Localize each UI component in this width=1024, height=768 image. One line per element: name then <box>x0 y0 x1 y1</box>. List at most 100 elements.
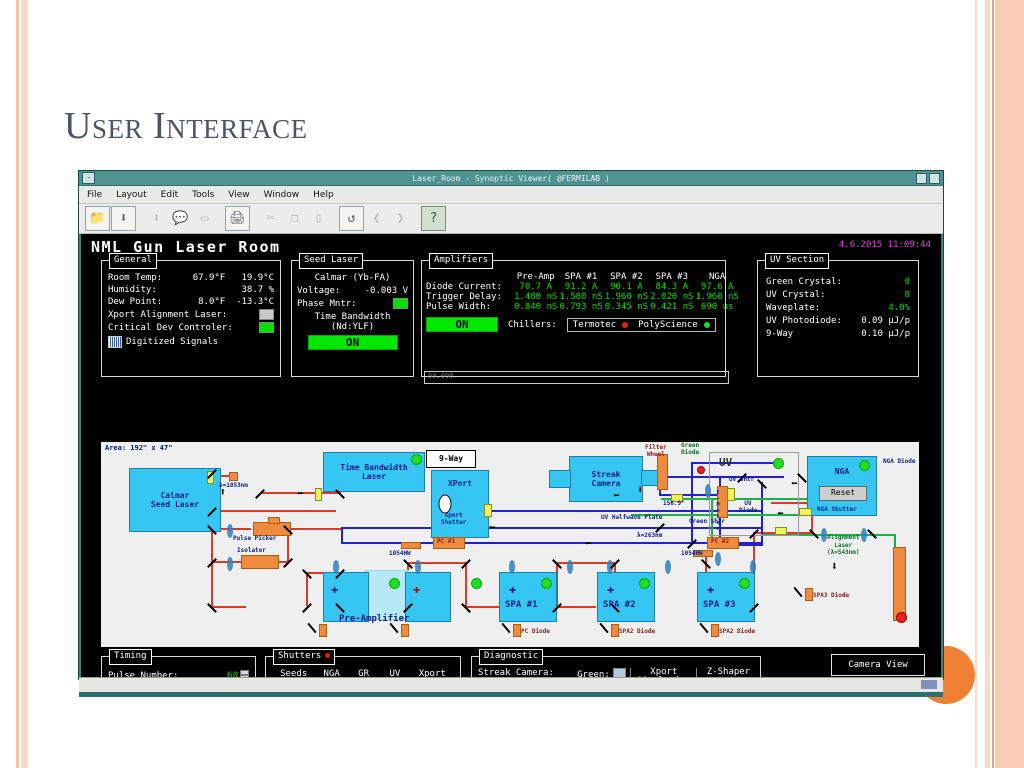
room-temp-f: 67.9°F <box>192 273 226 283</box>
pc-diode-label: PC Diode <box>521 628 550 635</box>
preamp-stage-1-crosshair-icon: ✚ <box>331 582 339 596</box>
nine-way-label: 9-Way <box>766 329 794 339</box>
diode-current-spa1: 91.2 A <box>564 282 598 292</box>
menubar[interactable]: File Layout Edit Tools View Window Help <box>79 186 943 204</box>
general-panel: General Room Temp: 67.9°F 19.9°C Humidit… <box>101 253 281 377</box>
room-temp-c: 19.9°C <box>241 273 274 283</box>
horizontal-scrollbar-thumb[interactable] <box>921 680 937 689</box>
slide-deco-right-stripe-3 <box>992 0 994 768</box>
menu-tools[interactable]: Tools <box>192 190 214 200</box>
print-icon[interactable]: 🖨 <box>225 206 250 231</box>
nga-shutter-label: NGA Shutter <box>817 506 857 513</box>
spa3-led <box>739 578 750 589</box>
seed-laser-on-button[interactable]: ON <box>307 335 398 350</box>
streak-camera-box[interactable]: Streak Camera <box>569 456 643 502</box>
camera-view-button[interactable]: Camera View <box>831 654 925 676</box>
alignment-laser-element[interactable] <box>893 547 906 621</box>
critical-dev-controler-label: Critical Dev Controler: <box>108 322 233 333</box>
critical-dev-controler-indicator[interactable] <box>259 322 274 333</box>
alignment-laser-label: Alignment Laser (λ=543nm) <box>827 534 860 556</box>
isolator-element[interactable] <box>241 555 279 569</box>
open-folder-icon[interactable]: 📁 <box>85 206 110 231</box>
green-shtr-label: Green Shtr <box>689 518 726 525</box>
comment-icon: 💬 <box>172 211 189 226</box>
spa2-diode-b-label: SPA2 Diode <box>719 628 756 635</box>
slide-deco-right-band <box>995 0 1024 768</box>
digitized-signals-link[interactable]: Digitized Signals <box>108 336 274 348</box>
nine-way-box[interactable]: 9-Way <box>426 450 476 468</box>
diag-green-indicator[interactable] <box>612 668 626 677</box>
pulse-width-spa1: 0.793 nS <box>559 302 603 312</box>
amplifiers-on-button[interactable]: ON <box>426 317 498 332</box>
nga-shutter[interactable] <box>799 508 812 516</box>
dew-point-f: 8.0°F <box>198 297 226 307</box>
uv-photodiode-label: UV Photodiode: <box>766 316 842 326</box>
xport-shutter[interactable] <box>484 504 492 517</box>
menu-window[interactable]: Window <box>264 190 300 200</box>
menu-view[interactable]: View <box>228 190 249 200</box>
synoptic-clock: 4.6.2015 11:09:44 <box>838 240 931 250</box>
shutter-gr-label: GR <box>358 669 370 677</box>
amp-col-spa3: SPA #3 <box>655 272 689 282</box>
save-icon[interactable]: ⬇ <box>111 206 136 231</box>
nga-reset-button[interactable]: Reset <box>819 486 867 501</box>
spa2-crosshair-icon: ✚ <box>607 582 615 596</box>
time-bandwidth-laser-box[interactable]: Time Bandwidth Laser <box>323 452 425 492</box>
phase-mntr-label: Phase Mntr: <box>297 298 357 309</box>
seed-pickoff-element <box>229 472 238 481</box>
hw-a-element <box>401 542 421 549</box>
pulse-picker-tap <box>268 517 280 524</box>
pulse-width-spa3: 0.421 nS <box>650 302 694 312</box>
diagnostic-panel: Diagnostic Streak Camera: Filter: OD_2.0… <box>471 649 761 677</box>
help-icon[interactable]: ? <box>421 206 446 231</box>
maximize-icon[interactable] <box>929 172 940 184</box>
beam-arrow-left-3: ⬅ <box>585 537 592 550</box>
page-icon: ▭ <box>200 211 209 226</box>
pc2-label: PC #2 <box>711 538 730 545</box>
spa2-led <box>639 578 650 589</box>
preamp-pale-block <box>365 570 409 620</box>
dew-point-label: Dew Point: <box>108 297 163 307</box>
menu-help[interactable]: Help <box>313 190 334 200</box>
trigger-delay-spa3: 2.020 nS <box>650 292 694 302</box>
restore-icon[interactable] <box>916 172 927 184</box>
shutter-uv-label: UV <box>389 669 401 677</box>
hw-a-label: 1054HW <box>389 550 411 557</box>
room-temp-label: Room Temp: <box>108 273 163 283</box>
preamp-label: Pre-Amplifier <box>339 614 410 624</box>
amplifiers-panel: Amplifiers Pre-Amp SPA #1 SPA #2 SPA #3 … <box>421 253 739 384</box>
spa2-label: SPA #2 <box>603 600 636 610</box>
synoptic-canvas: NML Gun Laser Room 4.6.2015 11:09:44 Gen… <box>79 234 943 677</box>
green-crystal-value: 0 <box>904 277 910 287</box>
time-bandwidth-sub: (Nd:YLF) <box>330 322 375 332</box>
menu-layout[interactable]: Layout <box>116 190 147 200</box>
pulse-number-stepper[interactable] <box>240 670 249 677</box>
lambda-1053-label: λ=1053nm <box>219 482 248 489</box>
menu-edit[interactable]: Edit <box>161 190 178 200</box>
xport-alignment-laser-indicator[interactable] <box>259 309 274 320</box>
spa1-label: SPA #1 <box>505 600 538 610</box>
preamp-stage-2-box[interactable] <box>405 572 451 622</box>
uv-shtr-label: UV Shtr <box>729 476 755 483</box>
chiller-polyscience-label: PolyScience <box>638 319 698 330</box>
spa3-label: SPA #3 <box>703 600 736 610</box>
nine-way-value: 0.10 µJ/p <box>861 329 910 339</box>
phase-mntr-indicator[interactable] <box>393 298 408 309</box>
menu-file[interactable]: File <box>87 190 102 200</box>
window-bottom-edge <box>79 692 943 697</box>
green-diode-led <box>697 466 705 474</box>
refresh-icon[interactable]: ↺ <box>339 206 364 231</box>
xport-alignment-laser-label: Xport Alignment Laser: <box>108 309 228 320</box>
uv-section-panel: UV Section Green Crystal: 0 UV Crystal: … <box>757 253 919 377</box>
tbw-shutter[interactable] <box>315 488 322 501</box>
nga-diode-label: NGA Diode <box>883 458 916 465</box>
time-bandwidth-title: Time Bandwidth <box>314 312 391 322</box>
beam-arrow-left-4: ⬅ <box>613 489 620 502</box>
synoptic-viewer-window: - Laser_Room - Synoptic Viewer( @FERMILA… <box>78 170 944 697</box>
pulse-width-nga: 690 us <box>700 302 734 312</box>
window-controls[interactable] <box>916 172 940 184</box>
chiller-termotec-indicator <box>622 321 629 328</box>
waveplate-label: Waveplate: <box>766 303 821 313</box>
filter-wheel-element[interactable] <box>657 454 668 490</box>
diode-current-nga: 97.6 A <box>700 282 734 292</box>
